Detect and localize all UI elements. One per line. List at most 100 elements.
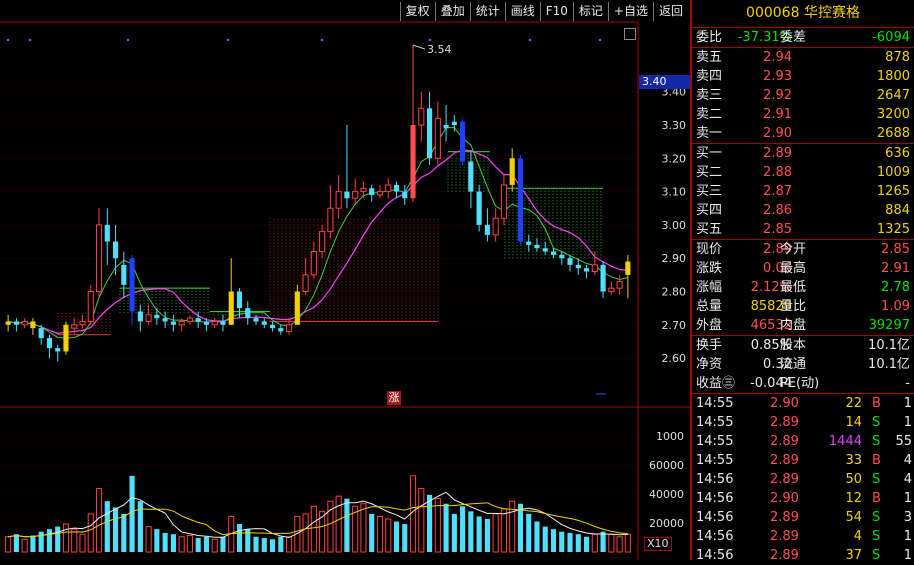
toolbar-button-fuquan[interactable]: 复权 [399,2,435,21]
volume-bar [369,513,375,552]
tick-row[interactable]: 14:56 2.89 50 S 4 [692,470,914,489]
y-tick-label: 3.10 [662,186,687,199]
candle-body [402,191,408,199]
volume-bar [269,539,276,552]
volume-bar [409,475,417,553]
candle-body [492,217,499,236]
tick-row[interactable]: 14:55 2.89 33 B 4 [692,451,914,470]
chart-option-box[interactable] [624,28,636,40]
order-row[interactable]: 卖二 2.91 3200 [692,105,914,124]
stat-row: 总量 85829 量比 1.09 [692,297,914,316]
tick-time: 14:56 [696,510,734,525]
stat-value-2: 2.91 [881,261,910,276]
volume-bar [220,536,226,552]
candle-body [121,264,127,285]
tick-price: 2.89 [770,453,799,468]
order-row[interactable]: 买一 2.89 636 [692,144,914,163]
vol-tick-label: 1000 [656,430,684,443]
volume-bar [500,508,507,553]
volume-bar [195,538,201,552]
tick-list[interactable]: 14:55 2.90 22 B 1 14:55 2.89 14 S 1 14:55 2.89 1444 S… [692,394,914,565]
order-row[interactable]: 卖三 2.92 2647 [692,86,914,105]
tick-row[interactable]: 14:56 2.89 4 S 1 [692,527,914,546]
order-row[interactable]: 卖四 2.93 1800 [692,67,914,86]
volume-bar [286,536,293,553]
order-row[interactable]: 卖五 2.94 878 [692,48,914,67]
toolbar-button-zixuan[interactable]: +自选 [607,2,653,21]
order-row[interactable]: 买二 2.88 1009 [692,163,914,182]
stat-row: 换手 0.85% 股本 10.1亿 [692,336,914,355]
order-row[interactable]: 买四 2.86 884 [692,201,914,220]
volume-bar [385,518,392,553]
y-tick-label: 3.30 [662,119,687,132]
toolbar-button-biaoji[interactable]: 标记 [572,2,608,21]
stat-label-2: 内盘 [780,318,807,333]
volume-bar [393,521,400,552]
candle-body [112,241,119,259]
stat-label-2: 流通 [780,357,807,372]
volume-bar [178,536,185,553]
order-row[interactable]: 卖一 2.90 2688 [692,124,914,143]
tick-time: 14:55 [696,434,734,449]
tick-row[interactable]: 14:56 2.90 12 B 1 [692,489,914,508]
candle-body [294,291,300,325]
tick-volume: 50 [845,472,862,487]
volume-bar [575,534,581,552]
candle-body [46,338,53,349]
tick-row[interactable]: 14:56 2.89 54 S 3 [692,508,914,527]
tick-row[interactable]: 14:56 2.89 37 S 1 [692,546,914,565]
tick-side: S [872,415,881,430]
volume-bar [583,536,590,552]
volume-bar [162,532,168,552]
volume-bar [62,523,70,553]
volume-bar [484,518,490,552]
tick-price: 2.89 [770,434,799,449]
rise-badge: 涨 [387,391,401,405]
candle-body [220,321,226,325]
volume-bar [591,533,598,553]
candle-body [591,264,598,273]
candle-body [278,328,284,332]
tick-side: S [872,510,881,525]
candle-body [451,121,457,125]
candle-body [245,308,251,319]
tick-price: 2.89 [770,548,799,563]
candle-body [261,321,267,325]
toolbar-button-huaxian[interactable]: 画线 [504,2,540,21]
volume-bar [624,533,631,553]
order-row[interactable]: 买五 2.85 1325 [692,220,914,239]
tick-side: B [872,396,881,411]
candle-body [286,324,293,332]
marker-dot [528,38,532,42]
toolbar-button-f10[interactable]: F10 [539,2,573,21]
tick-volume: 14 [845,415,862,430]
volume-bar [360,503,367,553]
volume-bar [21,538,28,553]
candle-body [95,224,103,292]
order-price: 2.88 [763,165,792,180]
order-row[interactable]: 买三 2.87 1265 [692,182,914,201]
volume-bar [145,526,152,553]
candle-body [360,187,367,193]
candle-body [5,321,11,325]
buy-orders: 买一 2.89 636 买二 2.88 1009 买三 2.87 1265 买四 2.86 884 买五… [692,144,914,240]
toolbar-button-diejia[interactable]: 叠加 [434,2,470,21]
volume-bar [253,536,259,552]
kline-chart-area[interactable]: 3.40 3.30 3.20 3.10 3.00 2.90 2.80 2.70 2.60 3.54… [0,0,690,560]
candle-body [302,274,309,293]
tick-side: S [872,472,881,487]
tick-row[interactable]: 14:55 2.90 22 B 1 [692,394,914,413]
stat-row: 外盘 46532 内盘 39297 [692,316,914,335]
candle-body [63,324,69,352]
kline-chart[interactable]: 3.40 3.30 3.20 3.10 3.00 2.90 2.80 2.70 2.60 3.54… [0,0,690,560]
tick-row[interactable]: 14:55 2.89 14 S 1 [692,413,914,432]
candle-body [550,251,557,255]
vol-tick-label: 40000 [649,488,684,501]
toolbar-button-fanhui[interactable]: 返回 [652,2,688,21]
tick-price: 2.89 [770,529,799,544]
tick-row[interactable]: 14:55 2.89 1444 S 55 [692,432,914,451]
toolbar-button-tongji[interactable]: 统计 [469,2,505,21]
order-price: 2.89 [763,146,792,161]
tick-volume: 37 [845,548,862,563]
candle-body [625,261,631,275]
